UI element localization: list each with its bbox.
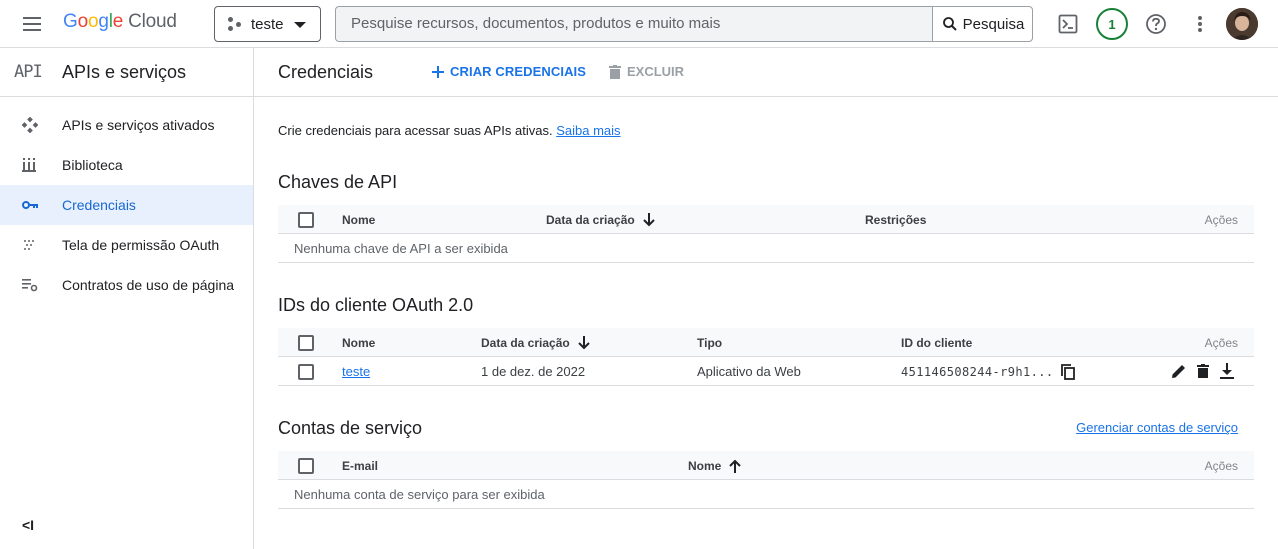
service-accounts-table: E-mail Nome Ações Nenhuma conta de servi… [278, 451, 1254, 509]
creation-date: 1 de dez. de 2022 [481, 364, 586, 379]
project-selector[interactable]: teste [214, 6, 321, 42]
main-header: Credenciais CRIAR CREDENCIAIS EXCLUIR [254, 48, 1278, 97]
create-credentials-button[interactable]: CRIAR CREDENCIAIS [432, 64, 586, 79]
main-content: Credenciais CRIAR CREDENCIAIS EXCLUIR Cr… [254, 48, 1278, 549]
sidebar: API APIs e serviços APIs e serviços ativ… [0, 48, 254, 549]
sidebar-nav: APIs e serviços ativados Biblioteca Cred… [0, 97, 253, 305]
table-row: teste 1 de dez. de 2022 Aplicativo da We… [278, 357, 1254, 386]
column-header-actions: Ações [1204, 335, 1238, 350]
sidebar-item-contratos[interactable]: Contratos de uso de página [0, 265, 253, 305]
empty-message: Nenhuma chave de API a ser exibida [294, 241, 508, 256]
client-id: 451146508244-r9h1... [901, 364, 1054, 379]
search-button[interactable]: Pesquisa [932, 7, 1032, 41]
avatar[interactable] [1226, 8, 1258, 40]
project-name: teste [251, 15, 284, 33]
intro-text: Crie credenciais para acessar suas APIs … [278, 123, 621, 138]
main-menu-icon[interactable] [20, 12, 44, 36]
key-icon [0, 200, 62, 210]
api-logo: API [14, 62, 43, 82]
column-header: Restrições [865, 212, 927, 227]
table-header: Nome Data da criação Restrições Ações [278, 205, 1254, 234]
library-icon [0, 158, 62, 172]
plus-icon [432, 65, 444, 78]
table-header: Nome Data da criação Tipo ID do cliente … [278, 328, 1254, 357]
oauth-table: Nome Data da criação Tipo ID do cliente … [278, 328, 1254, 386]
sidebar-item-biblioteca[interactable]: Biblioteca [0, 145, 253, 185]
search-bar[interactable]: Pesquise recursos, documentos, produtos … [335, 6, 1033, 42]
sidebar-item-label: APIs e serviços ativados [62, 117, 215, 133]
collapse-sidebar-icon[interactable]: <I [22, 517, 34, 533]
delete-button[interactable]: EXCLUIR [609, 64, 684, 79]
table-row-empty: Nenhuma conta de serviço para ser exibid… [278, 480, 1254, 509]
sidebar-item-label: Biblioteca [62, 157, 123, 173]
sidebar-item-oauth[interactable]: Tela de permissão OAuth [0, 225, 253, 265]
sidebar-header: API APIs e serviços [0, 48, 253, 97]
sidebar-item-label: Credenciais [62, 197, 136, 213]
select-all-checkbox[interactable] [298, 335, 314, 351]
page-title: Credenciais [278, 62, 374, 82]
more-vert-icon[interactable] [1188, 12, 1212, 36]
row-actions [1170, 362, 1236, 380]
column-header[interactable]: Nome [342, 205, 375, 234]
learn-more-link[interactable]: Saiba mais [556, 123, 620, 138]
sidebar-item-label: Contratos de uso de página [62, 277, 235, 293]
sidebar-item-credenciais[interactable]: Credenciais [0, 185, 253, 225]
column-header[interactable]: E-mail [342, 451, 378, 480]
arrow-down-icon [578, 335, 590, 349]
sidebar-title: APIs e serviços [62, 61, 187, 82]
copy-icon[interactable] [1061, 357, 1075, 386]
trash-icon [609, 64, 621, 79]
column-header-actions: Ações [1204, 458, 1238, 473]
column-header: Tipo [697, 335, 723, 350]
diamond-grid-icon [0, 117, 62, 133]
notifications-badge[interactable]: 1 [1096, 8, 1128, 40]
table-header: E-mail Nome Ações [278, 451, 1254, 480]
column-header-date[interactable]: Data da criação [546, 205, 655, 234]
arrow-up-icon [729, 459, 742, 473]
column-header-date[interactable]: Data da criação [481, 328, 590, 357]
caret-down-icon [294, 22, 306, 28]
service-accounts-header: Gerenciar contas de serviço [278, 420, 1254, 440]
sidebar-item-label: Tela de permissão OAuth [62, 237, 220, 253]
download-icon[interactable] [1218, 362, 1236, 380]
column-header-actions: Ações [1204, 212, 1238, 227]
google-cloud-logo[interactable]: Google Cloud [63, 11, 177, 33]
search-icon [942, 17, 957, 31]
section-title-api-keys: Chaves de API [278, 172, 398, 192]
project-icon [227, 16, 243, 32]
api-keys-table: Nome Data da criação Restrições Ações Ne… [278, 205, 1254, 263]
column-header[interactable]: Nome [342, 328, 375, 357]
client-type: Aplicativo da Web [697, 364, 801, 379]
empty-message: Nenhuma conta de serviço para ser exibid… [294, 487, 545, 502]
settings-list-icon [0, 278, 62, 292]
client-name-link[interactable]: teste [342, 357, 370, 386]
top-bar: Google Cloud teste Pesquise recursos, doc… [0, 0, 1278, 48]
row-checkbox[interactable] [298, 364, 314, 380]
dots-grid-icon [0, 238, 62, 252]
select-all-checkbox[interactable] [298, 458, 314, 474]
sidebar-item-apis-ativados[interactable]: APIs e serviços ativados [0, 105, 253, 145]
table-row-empty: Nenhuma chave de API a ser exibida [278, 234, 1254, 263]
select-all-checkbox[interactable] [298, 212, 314, 228]
search-input[interactable]: Pesquise recursos, documentos, produtos … [336, 7, 932, 41]
manage-service-accounts-link[interactable]: Gerenciar contas de serviço [1076, 420, 1238, 435]
arrow-down-icon [643, 212, 655, 226]
column-header: ID do cliente [901, 335, 973, 350]
section-title-oauth: IDs do cliente OAuth 2.0 [278, 295, 474, 315]
column-header-name[interactable]: Nome [688, 451, 742, 480]
cloud-shell-icon[interactable] [1056, 12, 1080, 36]
help-icon[interactable] [1144, 12, 1168, 36]
trash-icon[interactable] [1194, 362, 1212, 380]
edit-icon[interactable] [1170, 362, 1188, 380]
